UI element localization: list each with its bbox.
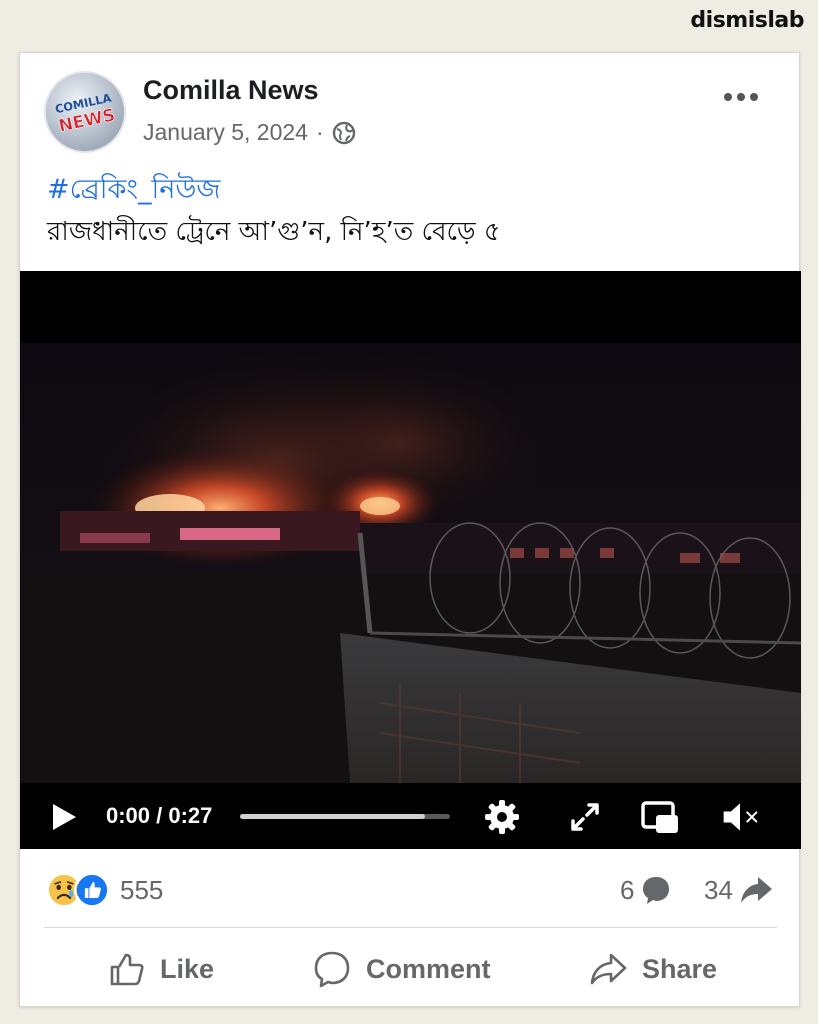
page-name[interactable]: Comilla News <box>143 75 319 106</box>
video-player[interactable]: 0:00 / 0:27 <box>20 271 801 849</box>
share-arrow-icon <box>740 877 772 903</box>
comment-button[interactable]: Comment <box>312 947 491 991</box>
like-label: Like <box>160 953 215 984</box>
post-text: রাজধানীতে ট্রেনে আ’গু’ন, নি’হ’ত বেড়ে ৫ <box>47 217 501 247</box>
share-count: 34 <box>704 874 733 905</box>
comment-count: 6 <box>620 874 635 905</box>
share-icon <box>590 953 627 985</box>
volume-muted-icon[interactable] <box>720 797 760 837</box>
settings-icon[interactable] <box>482 797 522 837</box>
more-options-icon[interactable] <box>721 87 761 107</box>
play-icon[interactable] <box>50 803 78 831</box>
meta-separator: · <box>315 119 324 145</box>
comilla-news-logo: COMILLA NEWS <box>46 73 124 151</box>
video-progress-fill <box>240 814 425 819</box>
video-progress-bar[interactable] <box>240 814 450 819</box>
comment-icon <box>314 951 350 988</box>
reactions-summary[interactable]: 555 <box>46 872 163 908</box>
video-time: 0:00 / 0:27 <box>106 803 213 828</box>
post-meta: January 5, 2024 · <box>143 119 356 146</box>
share-button[interactable]: Share <box>588 947 717 991</box>
comment-label: Comment <box>366 953 491 984</box>
share-label: Share <box>642 953 718 984</box>
video-frame[interactable] <box>20 343 801 783</box>
shares-stat[interactable]: 34 <box>704 874 773 906</box>
like-button[interactable]: Like <box>106 947 214 991</box>
post-stats: 555 6 34 <box>20 868 801 916</box>
globe-icon <box>332 121 355 144</box>
like-reaction-icon <box>74 872 110 908</box>
divider <box>44 927 777 928</box>
post-date[interactable]: January 5, 2024 <box>143 119 308 146</box>
train-fire-scene <box>20 343 801 783</box>
comments-stat[interactable]: 6 <box>620 874 672 906</box>
facebook-post-card: COMILLA NEWS Comilla News January 5, 202… <box>19 52 801 1007</box>
thumbs-up-icon <box>110 953 144 986</box>
hashtag-link[interactable]: #ব্রেকিং_নিউজ <box>47 169 221 214</box>
reaction-count: 555 <box>120 874 164 905</box>
video-controls: 0:00 / 0:27 <box>20 783 801 849</box>
fullscreen-icon[interactable] <box>565 797 605 837</box>
dismislab-watermark: dismislab <box>690 8 804 33</box>
comment-bubble-icon <box>643 877 670 904</box>
page-avatar[interactable]: COMILLA NEWS <box>44 71 126 153</box>
picture-in-picture-icon[interactable] <box>640 797 680 837</box>
